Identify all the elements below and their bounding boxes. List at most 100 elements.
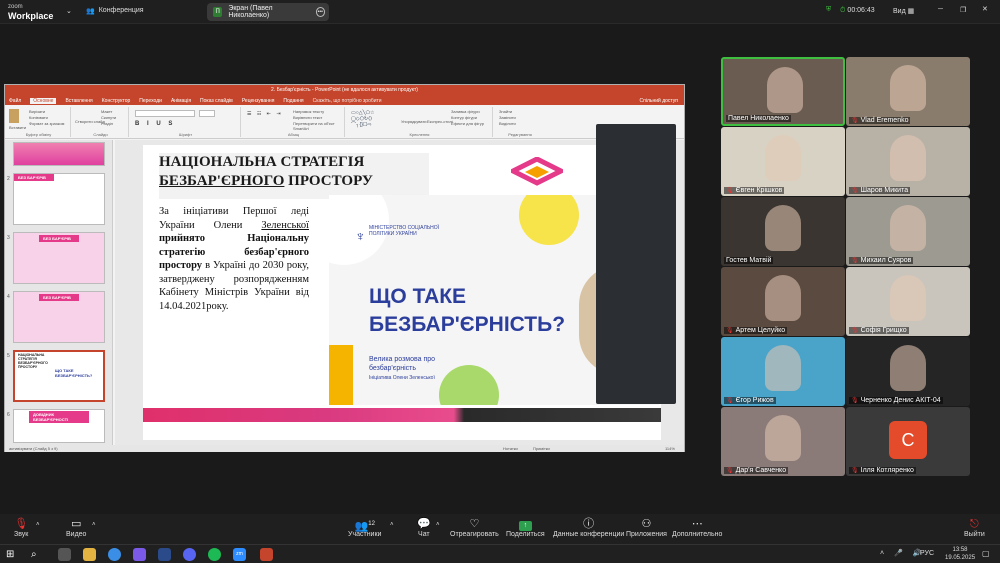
participant-tile[interactable]: 🎙 Артем Целуйко bbox=[721, 267, 845, 336]
search-icon[interactable]: ⌕ bbox=[31, 548, 44, 561]
participant-video bbox=[890, 65, 926, 111]
system-tray-icons[interactable]: ˄ 🎤 🔊 bbox=[880, 549, 925, 557]
comments-button[interactable]: Примітки bbox=[533, 445, 550, 452]
participant-tile[interactable]: 🎙 Черненко Денис АКІТ-04 bbox=[846, 337, 970, 406]
apps-button[interactable]: ⚇ Приложения bbox=[626, 517, 667, 538]
ppt-tab[interactable]: Файл bbox=[9, 98, 21, 104]
text-direction-button[interactable]: Напрямок тексту bbox=[293, 109, 324, 114]
clock[interactable]: 13:58 19.05.2025 bbox=[945, 546, 975, 562]
windows-start-icon[interactable]: ⊞ bbox=[6, 548, 19, 561]
copy-button[interactable]: Копіювати bbox=[29, 115, 48, 120]
paste-icon[interactable] bbox=[9, 109, 19, 123]
participant-tile[interactable]: 🎙 Софія Грищко bbox=[846, 267, 970, 336]
file-explorer-icon[interactable] bbox=[83, 548, 96, 561]
ppt-tab[interactable]: Показ слайдів bbox=[200, 98, 233, 104]
arrange-button[interactable]: Упорядкувати bbox=[401, 119, 427, 124]
align-text-button[interactable]: Вирівняти текст bbox=[293, 115, 322, 120]
shape-fill-button[interactable]: Заливка фігури bbox=[451, 109, 480, 114]
meeting-info-button[interactable]: ⓘ Данные конференции bbox=[553, 517, 624, 538]
font-style-buttons[interactable]: B I U S bbox=[135, 121, 175, 127]
conference-button[interactable]: 👥 Конференция bbox=[86, 7, 144, 15]
powerpoint-taskbar-icon[interactable] bbox=[260, 548, 273, 561]
participant-tile[interactable]: 🎙 Шаров Микита bbox=[846, 127, 970, 196]
slide-body-text[interactable]: За ініціативи Першої леді України Олени … bbox=[159, 205, 309, 365]
paste-label[interactable]: Вставити bbox=[9, 125, 26, 130]
chevron-up-icon[interactable]: ˄ bbox=[92, 522, 96, 528]
participant-tile[interactable]: 🎙 Єгор Рижов bbox=[721, 337, 845, 406]
notifications-icon[interactable]: ▢ bbox=[982, 549, 990, 558]
reset-button[interactable]: Скинути bbox=[101, 115, 116, 120]
leave-button[interactable]: ⎋ Выйти bbox=[964, 517, 985, 538]
zoom-taskbar-icon[interactable]: zm bbox=[233, 548, 246, 561]
discord-icon[interactable] bbox=[183, 548, 196, 561]
chevron-down-icon[interactable]: ⌄ bbox=[66, 7, 72, 15]
section-button[interactable]: Розділ bbox=[101, 121, 113, 126]
more-options-icon[interactable]: ••• bbox=[315, 7, 325, 17]
ppt-tab[interactable]: Анімація bbox=[171, 98, 191, 104]
share-screen-button[interactable]: ↑ Поделиться bbox=[506, 517, 545, 538]
video-button[interactable]: ▭ Видео bbox=[66, 517, 86, 538]
close-icon[interactable]: ✕ bbox=[982, 5, 988, 13]
shape-outline-button[interactable]: Контур фігури bbox=[451, 115, 477, 120]
shape-effects-button[interactable]: Ефекти для фігур bbox=[451, 121, 484, 126]
participant-tile[interactable]: Гостев Матвій bbox=[721, 197, 845, 266]
participant-tile[interactable]: С 🎙 Ілля Котляренко bbox=[846, 407, 970, 476]
zoom-level[interactable]: 114% bbox=[665, 445, 675, 452]
slide-thumbnail[interactable]: БЕЗ БАР'ЄРІВ bbox=[13, 232, 105, 284]
slide-thumbnail[interactable]: БЕЗ БАР'ЄРІВ bbox=[13, 173, 105, 225]
view-button[interactable]: Вид ▦ bbox=[893, 7, 914, 15]
current-slide[interactable]: НАЦІОНАЛЬНА СТРАТЕГІЯ БЕЗБАР'ЄРНОГО ПРОС… bbox=[143, 145, 661, 440]
cut-button[interactable]: Вирізати bbox=[29, 109, 45, 114]
ppt-tab[interactable]: Подання bbox=[283, 98, 303, 104]
minimize-icon[interactable]: ─ bbox=[938, 6, 943, 13]
shield-icon[interactable]: ⛨ bbox=[826, 6, 831, 14]
participant-tile[interactable]: 🎙 Дар'я Савченко bbox=[721, 407, 845, 476]
participant-tile[interactable]: 🎙 Михаил Суяров bbox=[846, 197, 970, 266]
participant-tile[interactable]: Павел Николаенко bbox=[721, 57, 845, 126]
restore-icon[interactable]: ❐ bbox=[960, 6, 966, 14]
spotify-icon[interactable] bbox=[208, 548, 221, 561]
react-button[interactable]: ♡ Отреагировать bbox=[450, 517, 499, 538]
participant-tile[interactable]: 🎙 Євген Крішков bbox=[721, 127, 845, 196]
ppt-tab[interactable]: Основне bbox=[30, 97, 57, 104]
participants-button[interactable]: 👥12 Участники bbox=[348, 517, 381, 538]
slide-thumbnail-selected[interactable]: НАЦІОНАЛЬНА СТРАТЕГІЯ БЕЗБАР'ЄРНОГО ПРОС… bbox=[13, 350, 105, 402]
quick-styles-button[interactable]: Експрес-стилі bbox=[427, 119, 453, 124]
layout-button[interactable]: Макет bbox=[101, 109, 112, 114]
more-button[interactable]: ⋯ Дополнительно bbox=[672, 517, 722, 538]
participant-name-text: Євген Крішков bbox=[735, 187, 783, 194]
slide-thumbnail[interactable] bbox=[13, 142, 105, 166]
ppt-tab[interactable]: Переходи bbox=[139, 98, 162, 104]
task-view-icon[interactable] bbox=[58, 548, 71, 561]
ppt-tab[interactable]: Конструктор bbox=[102, 98, 131, 104]
ppt-tab[interactable]: Рецензування bbox=[242, 98, 275, 104]
select-button[interactable]: Виділити bbox=[499, 121, 516, 126]
format-painter-button[interactable]: Формат за зразком bbox=[29, 121, 64, 126]
smartart-button[interactable]: Перетворити на об'єкт SmartArt bbox=[293, 121, 344, 131]
chevron-up-icon[interactable]: ˄ bbox=[36, 522, 40, 528]
slide-thumbnail-pane[interactable]: 2 БЕЗ БАР'ЄРІВ 3 БЕЗ БАР'ЄРІВ 4 БЕЗ БАР'… bbox=[5, 140, 113, 445]
participant-tile[interactable]: 🎙 Vlad Eremenko bbox=[846, 57, 970, 126]
chat-button[interactable]: 💬 Чат bbox=[417, 517, 431, 538]
language-indicator[interactable]: РУС bbox=[920, 550, 934, 557]
find-button[interactable]: Знайти bbox=[499, 109, 512, 114]
slide-thumbnail[interactable]: ДОВІДНИК БЕЗБАР'ЄРНОСТІ bbox=[13, 409, 105, 443]
mute-button[interactable]: 🎙 Звук bbox=[14, 517, 28, 538]
chevron-up-icon[interactable]: ˄ bbox=[436, 522, 440, 528]
chevron-up-icon[interactable]: ˄ bbox=[390, 522, 394, 528]
slide-thumbnail[interactable]: БЕЗ БАР'ЄРІВ bbox=[13, 291, 105, 343]
font-size-select[interactable] bbox=[199, 110, 215, 117]
screen-share-pill[interactable]: П Экран (Павел Николаенко) ••• bbox=[207, 3, 329, 21]
slide-title[interactable]: НАЦІОНАЛЬНА СТРАТЕГІЯ БЕЗБАР'ЄРНОГО ПРОС… bbox=[159, 153, 429, 199]
ppt-share-button[interactable]: Спільний доступ bbox=[640, 98, 678, 104]
shapes-gallery[interactable]: ▭○△╲⬠☆ ▢◇⬡↻⟨⟩ ⌒┐{}☐⇨ bbox=[351, 110, 395, 128]
replace-button[interactable]: Замінити bbox=[499, 115, 516, 120]
ppt-search-hint[interactable]: Скажіть, що потрібно зробити bbox=[313, 98, 382, 104]
app-icon[interactable] bbox=[133, 548, 146, 561]
chrome-icon[interactable] bbox=[108, 548, 121, 561]
list-buttons[interactable]: ☰ ☷ ⇤ ⇥ bbox=[247, 111, 283, 117]
steam-icon[interactable] bbox=[158, 548, 171, 561]
font-name-select[interactable] bbox=[135, 110, 195, 117]
notes-button[interactable]: Нотатки bbox=[503, 445, 518, 452]
ppt-tab[interactable]: Вставлення bbox=[65, 98, 92, 104]
